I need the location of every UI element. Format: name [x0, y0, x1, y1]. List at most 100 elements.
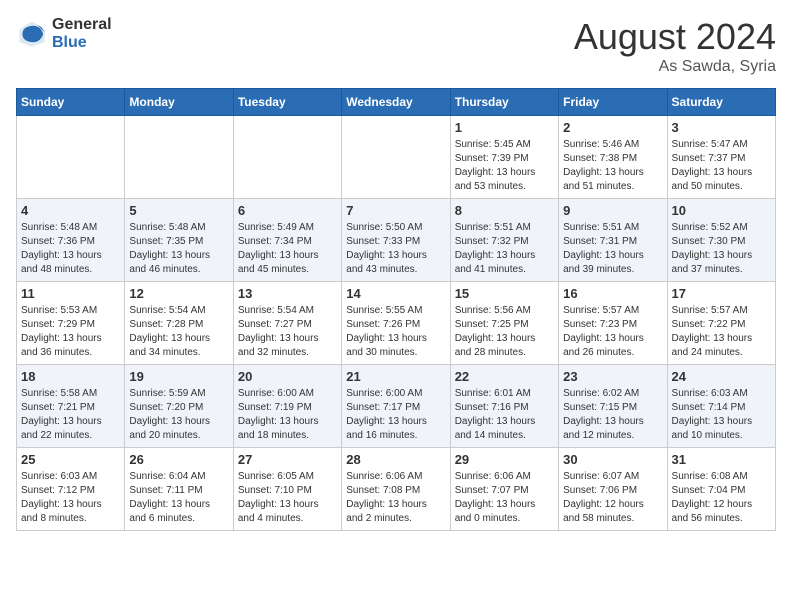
table-row: 12Sunrise: 5:54 AM Sunset: 7:28 PM Dayli…: [125, 282, 233, 365]
day-number: 28: [346, 452, 445, 467]
header-monday: Monday: [125, 89, 233, 116]
table-row: 25Sunrise: 6:03 AM Sunset: 7:12 PM Dayli…: [17, 448, 125, 531]
day-info: Sunrise: 5:49 AM Sunset: 7:34 PM Dayligh…: [238, 221, 337, 277]
table-row: 28 Sunrise: 6:06 AM Sunset: 7:08 PM Dayli…: [342, 448, 450, 531]
day-number: 5: [129, 203, 228, 218]
day-info: Sunrise: 5:55 AM Sunset: 7:26 PM Dayligh…: [346, 304, 445, 360]
day-number: 23: [563, 369, 662, 384]
table-row: 6 Sunrise: 5:49 AM Sunset: 7:34 PM Daylig…: [233, 199, 341, 282]
table-row: 3 Sunrise: 5:47 AM Sunset: 7:37 PM Daylig…: [667, 116, 775, 199]
table-row: 17 Sunrise: 5:57 AM Sunset: 7:22 PM Dayli…: [667, 282, 775, 365]
table-row: 21Sunrise: 6:00 AM Sunset: 7:17 PM Dayli…: [342, 365, 450, 448]
day-info: Sunrise: 6:08 AM Sunset: 7:04 PM Dayligh…: [672, 470, 771, 526]
header-tuesday: Tuesday: [233, 89, 341, 116]
day-info: Sunrise: 5:59 AM Sunset: 7:20 PM Dayligh…: [129, 387, 228, 443]
calendar-week-row: 25Sunrise: 6:03 AM Sunset: 7:12 PM Dayli…: [17, 448, 776, 531]
table-row: 13 Sunrise: 5:54 AM Sunset: 7:27 PM Dayli…: [233, 282, 341, 365]
day-info: Sunrise: 5:48 AM Sunset: 7:35 PM Dayligh…: [129, 221, 228, 277]
day-number: 31: [672, 452, 771, 467]
day-number: 9: [563, 203, 662, 218]
day-info: Sunrise: 6:04 AM Sunset: 7:11 PM Dayligh…: [129, 470, 228, 526]
day-info: Sunrise: 5:58 AM Sunset: 7:21 PM Dayligh…: [21, 387, 120, 443]
day-number: 3: [672, 120, 771, 135]
day-info: Sunrise: 5:56 AM Sunset: 7:25 PM Dayligh…: [455, 304, 554, 360]
day-number: 14: [346, 286, 445, 301]
table-row: 11 Sunrise: 5:53 AM Sunset: 7:29 PM Dayli…: [17, 282, 125, 365]
day-info: Sunrise: 5:53 AM Sunset: 7:29 PM Dayligh…: [21, 304, 120, 360]
table-row: 29 Sunrise: 6:06 AM Sunset: 7:07 PM Dayli…: [450, 448, 558, 531]
table-row: 1 Sunrise: 5:45 AM Sunset: 7:39 PM Daylig…: [450, 116, 558, 199]
day-info: Sunrise: 5:54 AM Sunset: 7:27 PM Dayligh…: [238, 304, 337, 360]
day-info: Sunrise: 5:57 AM Sunset: 7:22 PM Dayligh…: [672, 304, 771, 360]
day-info: Sunrise: 6:01 AM Sunset: 7:16 PM Dayligh…: [455, 387, 554, 443]
day-number: 11: [21, 286, 120, 301]
day-info: Sunrise: 5:54 AM Sunset: 7:28 PM Dayligh…: [129, 304, 228, 360]
table-row: 23Sunrise: 6:02 AM Sunset: 7:15 PM Dayli…: [559, 365, 667, 448]
table-row: [17, 116, 125, 199]
day-info: Sunrise: 5:51 AM Sunset: 7:32 PM Dayligh…: [455, 221, 554, 277]
day-info: Sunrise: 6:06 AM Sunset: 7:08 PM Dayligh…: [346, 470, 445, 526]
day-info: Sunrise: 6:03 AM Sunset: 7:14 PM Dayligh…: [672, 387, 771, 443]
logo: General Blue: [16, 16, 112, 52]
day-info: Sunrise: 5:50 AM Sunset: 7:33 PM Dayligh…: [346, 221, 445, 277]
day-number: 7: [346, 203, 445, 218]
table-row: 9 Sunrise: 5:51 AM Sunset: 7:31 PM Daylig…: [559, 199, 667, 282]
table-row: [233, 116, 341, 199]
day-number: 18: [21, 369, 120, 384]
table-row: [125, 116, 233, 199]
day-number: 1: [455, 120, 554, 135]
day-info: Sunrise: 6:06 AM Sunset: 7:07 PM Dayligh…: [455, 470, 554, 526]
table-row: 19 Sunrise: 5:59 AM Sunset: 7:20 PM Dayli…: [125, 365, 233, 448]
table-row: 2 Sunrise: 5:46 AM Sunset: 7:38 PM Daylig…: [559, 116, 667, 199]
day-info: Sunrise: 5:51 AM Sunset: 7:31 PM Dayligh…: [563, 221, 662, 277]
day-number: 19: [129, 369, 228, 384]
day-info: Sunrise: 5:46 AM Sunset: 7:38 PM Dayligh…: [563, 138, 662, 194]
header-saturday: Saturday: [667, 89, 775, 116]
day-info: Sunrise: 6:05 AM Sunset: 7:10 PM Dayligh…: [238, 470, 337, 526]
day-info: Sunrise: 5:45 AM Sunset: 7:39 PM Dayligh…: [455, 138, 554, 194]
day-info: Sunrise: 6:00 AM Sunset: 7:19 PM Dayligh…: [238, 387, 337, 443]
logo-text: General Blue: [52, 16, 112, 52]
header-sunday: Sunday: [17, 89, 125, 116]
calendar-table: Sunday Monday Tuesday Wednesday Thursday…: [16, 88, 776, 531]
table-row: 15Sunrise: 5:56 AM Sunset: 7:25 PM Dayli…: [450, 282, 558, 365]
title-area: August 2024 As Sawda, Syria: [574, 16, 776, 76]
day-number: 17: [672, 286, 771, 301]
table-row: [342, 116, 450, 199]
table-row: 4 Sunrise: 5:48 AM Sunset: 7:36 PM Daylig…: [17, 199, 125, 282]
day-info: Sunrise: 5:48 AM Sunset: 7:36 PM Dayligh…: [21, 221, 120, 277]
day-number: 30: [563, 452, 662, 467]
table-row: 8 Sunrise: 5:51 AM Sunset: 7:32 PM Daylig…: [450, 199, 558, 282]
page-header: General Blue August 2024 As Sawda, Syria: [16, 16, 776, 76]
logo-icon: [16, 18, 48, 50]
header-thursday: Thursday: [450, 89, 558, 116]
calendar-week-row: 18 Sunrise: 5:58 AM Sunset: 7:21 PM Dayli…: [17, 365, 776, 448]
day-number: 25: [21, 452, 120, 467]
day-number: 10: [672, 203, 771, 218]
calendar-week-row: 1 Sunrise: 5:45 AM Sunset: 7:39 PM Daylig…: [17, 116, 776, 199]
day-number: 2: [563, 120, 662, 135]
day-number: 13: [238, 286, 337, 301]
header-wednesday: Wednesday: [342, 89, 450, 116]
day-number: 8: [455, 203, 554, 218]
day-number: 6: [238, 203, 337, 218]
table-row: 22 Sunrise: 6:01 AM Sunset: 7:16 PM Dayli…: [450, 365, 558, 448]
weekday-header-row: Sunday Monday Tuesday Wednesday Thursday…: [17, 89, 776, 116]
location: As Sawda, Syria: [574, 58, 776, 76]
calendar-week-row: 11 Sunrise: 5:53 AM Sunset: 7:29 PM Dayli…: [17, 282, 776, 365]
table-row: 16Sunrise: 5:57 AM Sunset: 7:23 PM Dayli…: [559, 282, 667, 365]
day-number: 4: [21, 203, 120, 218]
table-row: 18 Sunrise: 5:58 AM Sunset: 7:21 PM Dayli…: [17, 365, 125, 448]
day-number: 24: [672, 369, 771, 384]
day-number: 29: [455, 452, 554, 467]
day-number: 22: [455, 369, 554, 384]
day-number: 20: [238, 369, 337, 384]
calendar-week-row: 4 Sunrise: 5:48 AM Sunset: 7:36 PM Daylig…: [17, 199, 776, 282]
table-row: 30Sunrise: 6:07 AM Sunset: 7:06 PM Dayli…: [559, 448, 667, 531]
table-row: 5 Sunrise: 5:48 AM Sunset: 7:35 PM Daylig…: [125, 199, 233, 282]
day-number: 27: [238, 452, 337, 467]
day-info: Sunrise: 5:52 AM Sunset: 7:30 PM Dayligh…: [672, 221, 771, 277]
table-row: 31 Sunrise: 6:08 AM Sunset: 7:04 PM Dayli…: [667, 448, 775, 531]
day-info: Sunrise: 5:47 AM Sunset: 7:37 PM Dayligh…: [672, 138, 771, 194]
table-row: 7 Sunrise: 5:50 AM Sunset: 7:33 PM Daylig…: [342, 199, 450, 282]
